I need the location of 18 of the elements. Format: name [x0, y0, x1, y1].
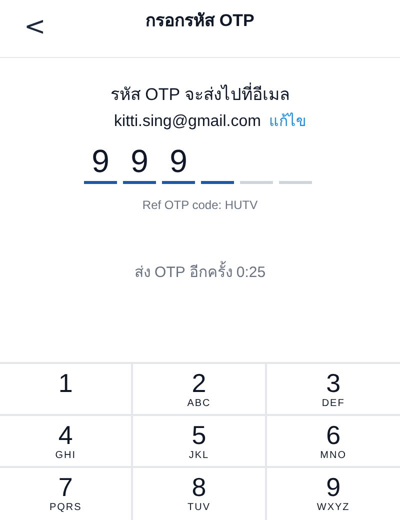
otp-digit-field[interactable]: 9 [84, 144, 117, 184]
keypad-key[interactable]: 6 MNO [266, 416, 400, 468]
keypad-key[interactable]: 7 PQRS [0, 468, 134, 520]
keypad-key[interactable]: 1 [0, 364, 134, 416]
keypad-key[interactable]: 5 JKL [133, 416, 267, 468]
otp-digit-field[interactable]: 9 [123, 144, 156, 184]
back-button[interactable]: < [20, 8, 50, 47]
keypad-key[interactable]: 2 ABC [133, 364, 267, 416]
keypad-key[interactable]: 3 DEF [266, 364, 400, 416]
keypad-key[interactable]: 4 GHI [0, 416, 134, 468]
otp-digit-field[interactable]: 9 [162, 144, 195, 184]
instruction-text: รหัส OTP จะส่งไปที่อีเมล [110, 82, 290, 108]
keypad-key[interactable]: 8 TUV [133, 468, 267, 520]
ref-code: Ref OTP code: HUTV [142, 196, 258, 214]
email-address: kitti.sing@gmail.com [114, 112, 261, 132]
page-title: กรอกรหัส OTP [146, 10, 254, 32]
keypad-key[interactable]: 9 WXYZ [266, 468, 400, 520]
resend-timer: ส่ง OTP อีกครั้ง 0:25 [134, 262, 266, 284]
